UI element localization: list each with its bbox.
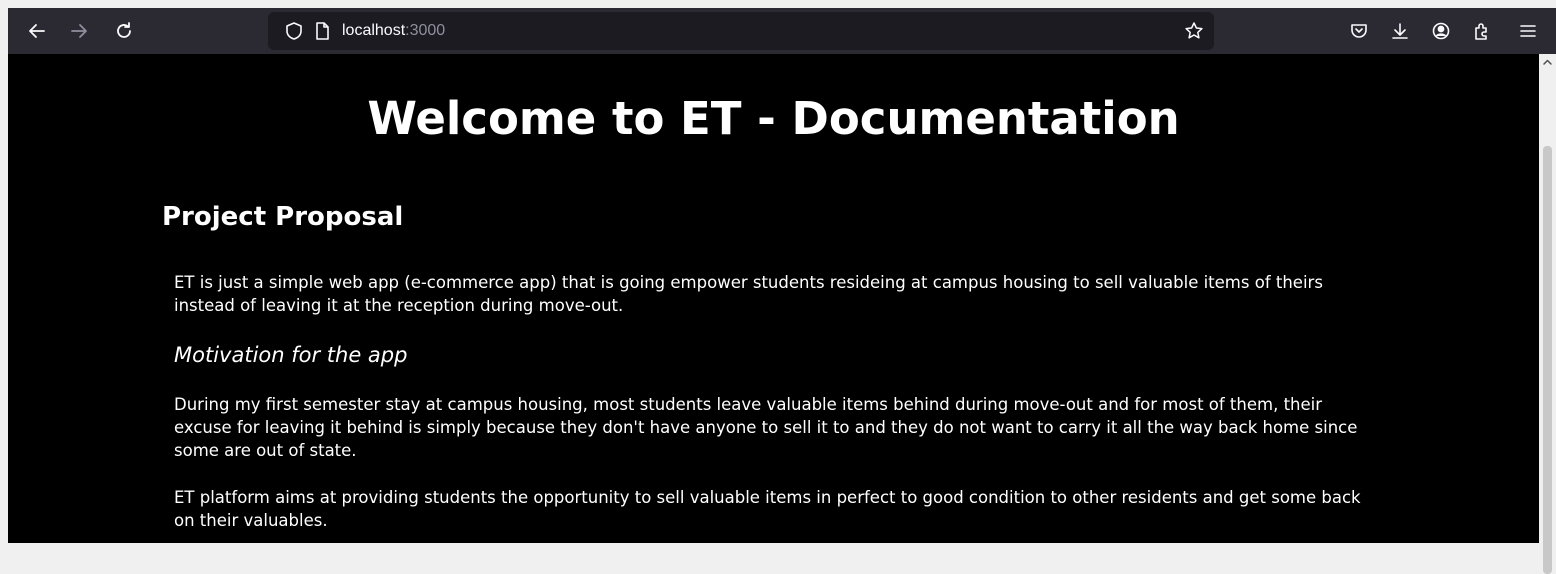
star-icon[interactable] [1184,21,1204,41]
motivation-paragraph: During my first semester stay at campus … [174,395,1358,460]
downloads-button[interactable] [1384,15,1416,47]
account-icon [1432,22,1450,40]
platform-paragraph: ET platform aims at providing students t… [174,488,1361,530]
arrow-left-icon [29,24,45,38]
page-content: Welcome to ET - Documentation Project Pr… [8,54,1539,543]
reload-icon [117,22,131,38]
url-bar[interactable]: localhost:3000 [268,12,1214,50]
scrollbar-thumb[interactable] [1543,146,1552,574]
motivation-heading: Motivation for the app [174,343,408,367]
url-text[interactable]: localhost:3000 [342,21,445,41]
download-icon [1392,23,1408,39]
vertical-scrollbar[interactable] [1539,54,1556,574]
section-heading: Project Proposal [162,202,404,232]
url-port: :3000 [405,22,446,39]
page-bottom-area [8,543,1539,574]
browser-toolbar: localhost:3000 [8,8,1556,54]
scroll-up-arrow-icon[interactable] [1541,56,1554,69]
account-button[interactable] [1425,15,1457,47]
reload-button[interactable] [108,15,140,47]
page-icon[interactable] [312,21,332,41]
intro-paragraph: ET is just a simple web app (e-commerce … [174,273,1323,315]
url-host: localhost [342,22,406,39]
arrow-right-icon [71,24,87,38]
extensions-icon [1475,23,1487,40]
back-button[interactable] [21,15,53,47]
hamburger-menu-icon [1520,25,1536,37]
pocket-icon [1351,24,1367,38]
extensions-button[interactable] [1466,15,1498,47]
forward-button[interactable] [63,15,95,47]
pocket-button[interactable] [1343,15,1375,47]
page-title: Welcome to ET - Documentation [367,92,1180,145]
window-top-edge [0,0,1556,8]
shield-icon[interactable] [284,21,304,41]
menu-button[interactable] [1512,15,1544,47]
